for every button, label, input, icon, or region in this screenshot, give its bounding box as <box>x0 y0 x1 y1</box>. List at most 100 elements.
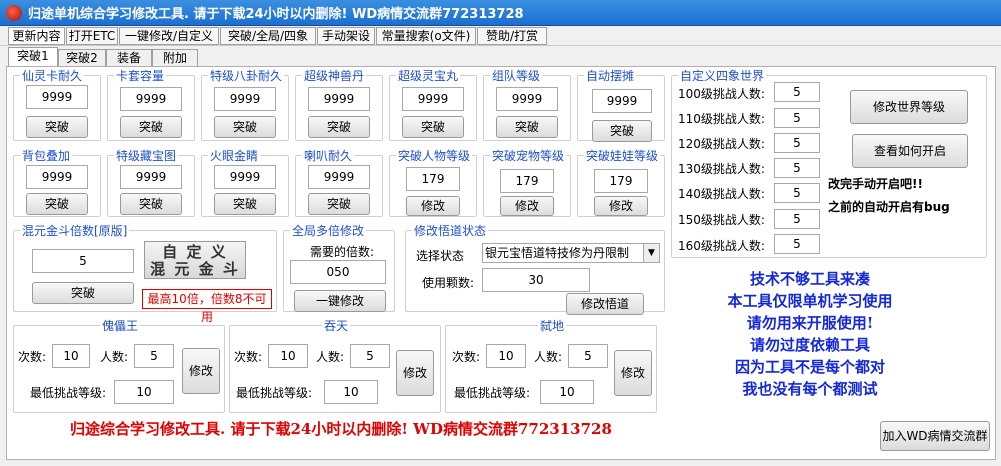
world-row-input[interactable]: 5 <box>774 234 820 254</box>
world-row-input[interactable]: 5 <box>774 183 820 203</box>
doll-level-button[interactable]: 修改 <box>594 196 648 216</box>
group-xianling-card: 仙灵卡耐久 9999 突破 <box>13 67 101 141</box>
char-level-input[interactable]: 179 <box>406 167 460 191</box>
tab-manual-setup[interactable]: 手动架设 <box>317 27 375 45</box>
card-sleeve-input[interactable]: 9999 <box>120 87 182 111</box>
auto-stall-input[interactable]: 9999 <box>592 89 652 113</box>
group-label: 傀儡王 <box>100 317 141 334</box>
group-label: 仙灵卡耐久 <box>20 67 85 84</box>
treasure-map-input[interactable]: 9999 <box>120 165 182 189</box>
subtab-breakthrough-2[interactable]: 突破2 <box>58 49 106 67</box>
shenshou-dan-button[interactable]: 突破 <box>308 116 370 138</box>
join-group-button[interactable]: 加入WD病情交流群 <box>880 421 990 451</box>
custom-hunyuan-button[interactable]: 自 定 义 混 元 金 斗 <box>144 241 246 279</box>
world-row-label: 140级挑战人数: <box>678 187 765 201</box>
group-global: 全局多倍修改 需要的倍数: 050 一键修改 <box>283 222 395 312</box>
tab-one-click[interactable]: 一键修改/自定义 <box>119 27 219 45</box>
world-row-input[interactable]: 5 <box>774 133 820 153</box>
group-label: 超级神兽丹 <box>302 67 367 84</box>
boss-times-label: 次数: <box>18 350 47 364</box>
hunyuan-button[interactable]: 突破 <box>32 282 134 304</box>
boss-min-input[interactable]: 10 <box>324 380 378 404</box>
team-level-input[interactable]: 9999 <box>496 87 558 111</box>
boss-min-input[interactable]: 10 <box>540 380 594 404</box>
char-level-button[interactable]: 修改 <box>406 196 460 216</box>
group-fire-eye: 火眼金睛 9999 突破 <box>201 147 289 217</box>
boss-people-label: 人数: <box>534 350 563 364</box>
boss-times-input[interactable]: 10 <box>268 344 308 368</box>
bag-stack-button[interactable]: 突破 <box>26 193 88 215</box>
wudao-select-label: 选择状态 <box>416 249 465 263</box>
bag-stack-input[interactable]: 9999 <box>26 165 88 189</box>
bagua-button[interactable]: 突破 <box>214 116 276 138</box>
pet-level-button[interactable]: 修改 <box>500 196 554 216</box>
xianling-card-input[interactable]: 9999 <box>26 85 88 109</box>
tab-open-etc[interactable]: 打开ETC <box>66 27 118 45</box>
window-title: 归途单机综合学习修改工具. 请于下载24小时以内删除! WD病情交流群77231… <box>28 7 524 22</box>
boss-people-input[interactable]: 5 <box>568 344 608 368</box>
boss-modify-button[interactable]: 修改 <box>614 350 652 396</box>
group-wudao: 修改悟道状态 选择状态 银元宝悟道特技修为丹限制 ▼ 使用颗数: 30 修改悟道 <box>405 222 665 315</box>
xianling-card-button[interactable]: 突破 <box>26 116 88 138</box>
treasure-map-button[interactable]: 突破 <box>120 193 182 215</box>
world-note-1: 改完手动开启吧!! <box>828 177 923 191</box>
subtab-breakthrough-1[interactable]: 突破1 <box>8 47 58 67</box>
doll-level-input[interactable]: 179 <box>594 169 648 193</box>
world-row-input[interactable]: 5 <box>774 108 820 128</box>
tab-sponsor[interactable]: 赞助/打赏 <box>477 27 547 45</box>
boss-times-input[interactable]: 10 <box>52 344 90 368</box>
boss-people-input[interactable]: 5 <box>134 344 174 368</box>
fire-eye-button[interactable]: 突破 <box>214 193 276 215</box>
boss-times-input[interactable]: 10 <box>486 344 526 368</box>
group-label: 自定义四象世界 <box>678 67 767 84</box>
notice-block: 技术不够工具来凑 本工具仅限单机学习使用 请勿用来开服使用! 请勿过度依赖工具 … <box>700 268 920 400</box>
wudao-use-input[interactable]: 30 <box>482 268 590 292</box>
group-doll-level: 突破娃娃等级 179 修改 <box>577 147 665 217</box>
subtab-equipment[interactable]: 装备 <box>106 49 152 67</box>
global-button[interactable]: 一键修改 <box>294 290 386 312</box>
lingbao-wan-button[interactable]: 突破 <box>402 116 464 138</box>
horn-input[interactable]: 9999 <box>308 165 370 189</box>
shenshou-dan-input[interactable]: 9999 <box>308 87 370 111</box>
chevron-down-icon[interactable]: ▼ <box>643 244 659 262</box>
bagua-input[interactable]: 9999 <box>214 87 276 111</box>
wudao-select[interactable]: 银元宝悟道特技修为丹限制 ▼ <box>482 243 660 263</box>
group-treasure-map: 特级藏宝图 9999 突破 <box>107 147 195 217</box>
hunyuan-input[interactable]: 5 <box>32 249 134 273</box>
group-label: 火眼金睛 <box>208 147 261 164</box>
group-auto-stall: 自动摆摊 9999 突破 <box>577 67 665 142</box>
wudao-button[interactable]: 修改悟道 <box>566 293 644 315</box>
group-lingbao-wan: 超级灵宝丸 9999 突破 <box>389 67 477 141</box>
horn-button[interactable]: 突破 <box>308 193 370 215</box>
card-sleeve-button[interactable]: 突破 <box>120 116 182 138</box>
world-note-2: 之前的自动开启有bug <box>828 200 950 214</box>
boss-modify-button[interactable]: 修改 <box>182 348 220 394</box>
tab-breakthrough[interactable]: 突破/全局/四象 <box>220 27 316 45</box>
title-bar: 归途单机综合学习修改工具. 请于下载24小时以内删除! WD病情交流群77231… <box>0 0 1001 26</box>
group-hunyuan: 混元金斗倍数[原版] 5 突破 自 定 义 混 元 金 斗 最高10倍，倍数8不… <box>13 222 277 324</box>
tab-constant-search[interactable]: 常量搜索(o文件) <box>376 27 476 45</box>
boss-modify-button[interactable]: 修改 <box>396 350 434 396</box>
fire-eye-input[interactable]: 9999 <box>214 165 276 189</box>
auto-stall-button[interactable]: 突破 <box>592 120 652 142</box>
pet-level-input[interactable]: 179 <box>500 169 554 193</box>
subtab-extra[interactable]: 附加 <box>152 49 198 67</box>
world-row-input[interactable]: 5 <box>774 82 820 102</box>
team-level-button[interactable]: 突破 <box>496 116 558 138</box>
group-label: 突破宠物等级 <box>490 147 567 164</box>
lingbao-wan-input[interactable]: 9999 <box>402 87 464 111</box>
group-bagua: 特级八卦耐久 9999 突破 <box>201 67 289 141</box>
world-row-input[interactable]: 5 <box>774 158 820 178</box>
boss-people-input[interactable]: 5 <box>350 344 390 368</box>
app-icon <box>6 4 22 21</box>
boss-min-input[interactable]: 10 <box>114 380 174 404</box>
global-input[interactable]: 050 <box>290 260 386 284</box>
tab-update[interactable]: 更新内容 <box>8 27 65 45</box>
world-row-input[interactable]: 5 <box>774 209 820 229</box>
boss-min-label: 最低挑战等级: <box>454 386 531 400</box>
boss-min-label: 最低挑战等级: <box>236 386 313 400</box>
group-label: 吞天 <box>322 317 351 334</box>
world-modify-button[interactable]: 修改世界等级 <box>850 90 968 124</box>
group-label: 全局多倍修改 <box>290 222 367 239</box>
world-view-button[interactable]: 查看如何开启 <box>852 134 968 168</box>
